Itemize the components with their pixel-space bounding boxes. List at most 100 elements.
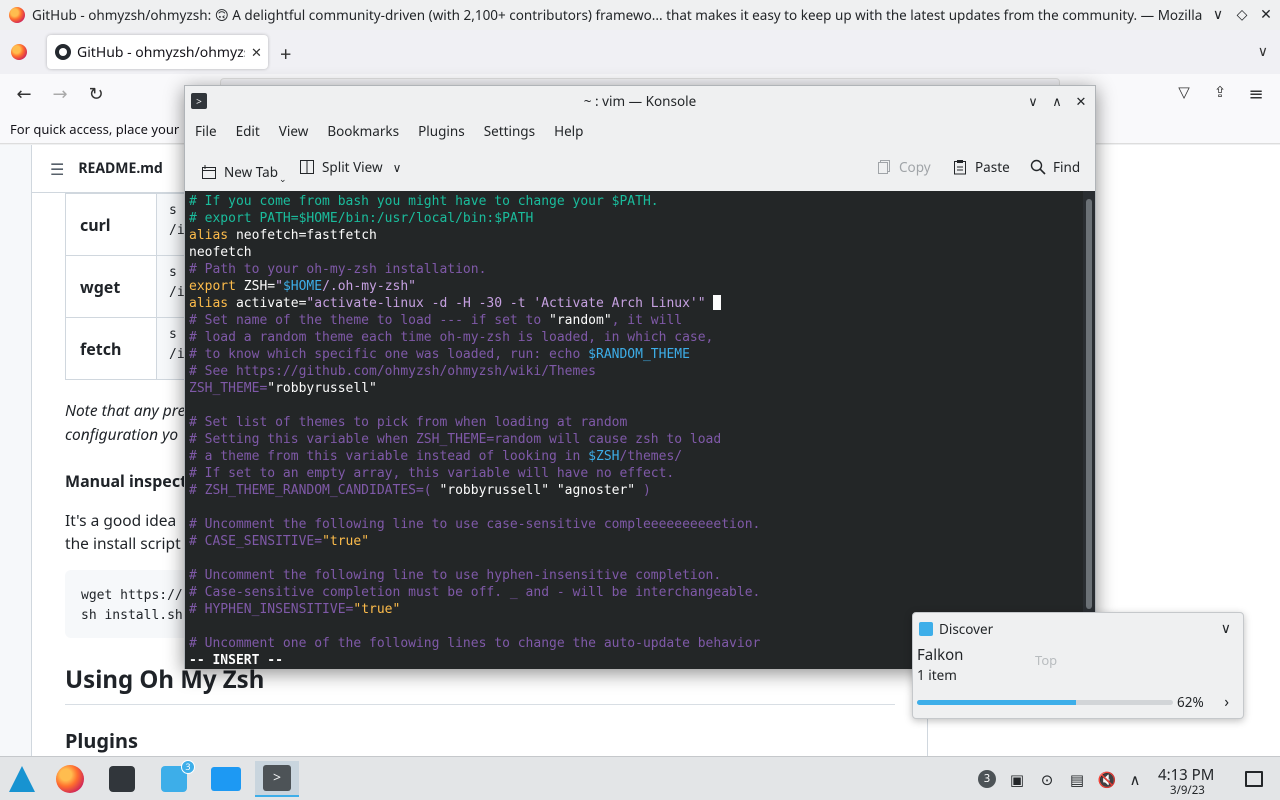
new-tab-button[interactable]: New Tab ⌄: [201, 158, 287, 185]
task-files[interactable]: [204, 761, 248, 797]
clock-date[interactable]: 3/9/23: [1170, 783, 1205, 798]
new-tab-icon: [201, 164, 217, 180]
dropdown-icon: ⌄: [279, 172, 287, 185]
close-icon[interactable]: ✕: [1256, 5, 1276, 24]
chevron-down-icon[interactable]: ∨: [1221, 619, 1231, 638]
note-text: configuration yo: [65, 423, 179, 445]
search-icon: [1030, 159, 1046, 175]
firefox-tab-strip: GitHub - ohmyzsh/ohmyzsh ✕ + ∨: [0, 30, 1280, 74]
terminal-line: # Set name of the theme to load --- if s…: [189, 313, 683, 328]
table-row: fetch s /i: [65, 317, 196, 380]
copy-label: Copy: [899, 158, 931, 176]
scrollbar-thumb[interactable]: [1086, 199, 1092, 609]
clock-time[interactable]: 4:13 PM: [1158, 765, 1214, 785]
note-text: Note that any pre: [65, 399, 186, 421]
firefox-icon: [56, 765, 84, 793]
terminal-line: # If you come from bash you might have t…: [189, 194, 659, 209]
terminal-view[interactable]: # If you come from bash you might have t…: [185, 191, 1083, 669]
paste-button[interactable]: Paste: [952, 158, 1010, 176]
chevron-right-icon[interactable]: ›: [1224, 692, 1229, 712]
task-discover[interactable]: 3: [152, 760, 196, 797]
menu-plugins[interactable]: Plugins: [418, 122, 465, 140]
menu-bookmarks[interactable]: Bookmarks: [327, 122, 399, 140]
split-view-label: Split View: [322, 158, 383, 176]
task-firefox[interactable]: [48, 761, 92, 797]
menu-settings[interactable]: Settings: [484, 122, 535, 140]
konsole-app-icon[interactable]: >: [191, 93, 207, 109]
terminal-line: alias activate="activate-linux -d -H -30…: [189, 295, 1083, 312]
konsole-titlebar: > ~ : vim — Konsole ∨ ∧ ✕: [185, 86, 1095, 116]
find-button[interactable]: Find: [1030, 158, 1080, 176]
minimize-icon[interactable]: ∨: [1023, 92, 1043, 110]
notification-header: Discover: [919, 620, 993, 638]
tab-label: GitHub - ohmyzsh/ohmyzsh: [77, 42, 245, 62]
copy-button[interactable]: Copy: [876, 158, 931, 176]
taskbar: 3 > 3 ▣ ⊙ ▤ 🔇 ∧ 4:13 PM 3/9/23: [0, 756, 1280, 800]
clipboard-icon[interactable]: ▤: [1066, 770, 1088, 790]
outline-icon[interactable]: ☰: [50, 158, 64, 180]
task-system-settings[interactable]: [100, 761, 144, 797]
system-settings-icon: [109, 766, 135, 792]
table-row: curl s /i: [65, 193, 196, 256]
menu-edit[interactable]: Edit: [236, 122, 260, 140]
code-line: sh install.sh: [81, 608, 183, 623]
terminal-line: # load a random theme each time oh-my-zs…: [189, 330, 714, 345]
firefox-view-icon[interactable]: [11, 44, 27, 60]
menu-help[interactable]: Help: [554, 122, 583, 140]
copy-icon: [876, 159, 892, 175]
progress-fill: [917, 700, 1076, 705]
readme-filename: README.md: [78, 159, 163, 178]
maximize-icon[interactable]: ◇: [1232, 5, 1252, 24]
terminal-scrollbar[interactable]: [1083, 191, 1095, 669]
application-launcher[interactable]: [0, 761, 44, 797]
app-menu-icon[interactable]: ≡: [1244, 82, 1268, 106]
paragraph-text: the install script: [65, 532, 181, 554]
menu-file[interactable]: File: [195, 122, 217, 140]
heading-plugins: Plugins: [65, 727, 139, 754]
forward-icon[interactable]: →: [48, 82, 72, 106]
terminal-line: alias neofetch=fastfetch: [189, 228, 377, 243]
list-tabs-icon[interactable]: ∨: [1258, 42, 1268, 61]
reload-icon[interactable]: ↻: [84, 82, 108, 106]
konsole-toolbar: New Tab ⌄ Split View ∨ Copy Paste Find: [185, 148, 1095, 188]
terminal-line: # Setting this variable when ZSH_THEME=r…: [189, 432, 722, 447]
minimize-icon[interactable]: ∨: [1208, 5, 1228, 24]
extensions-icon[interactable]: ⇪: [1208, 82, 1232, 102]
notifications-count-badge[interactable]: 3: [978, 770, 996, 788]
bookmarks-hint: For quick access, place your: [10, 120, 180, 138]
firefox-window-title: GitHub - ohmyzsh/ohmyzsh: 🙃 A delightful…: [32, 6, 1202, 24]
tab-close-icon[interactable]: ✕: [251, 43, 262, 61]
terminal-line: # a theme from this variable instead of …: [189, 449, 683, 464]
paragraph-text: It's a good idea: [65, 509, 177, 531]
updates-icon[interactable]: ⊙: [1036, 770, 1058, 790]
pocket-icon[interactable]: ▽: [1172, 82, 1196, 102]
show-desktop-icon[interactable]: [1245, 771, 1263, 787]
back-icon[interactable]: ←: [12, 82, 36, 106]
discover-tray-icon[interactable]: ▣: [1006, 770, 1028, 790]
heading-using-oh-my-zsh: Using Oh My Zsh: [65, 663, 895, 705]
discover-icon: 3: [161, 760, 195, 792]
close-icon[interactable]: ✕: [1071, 92, 1091, 110]
code-line: wget https://: [81, 588, 183, 603]
text-cursor: [713, 295, 722, 310]
maximize-icon[interactable]: ∧: [1047, 92, 1067, 110]
terminal-line: # CASE_SENSITIVE="true": [189, 534, 370, 549]
new-tab-button[interactable]: +: [280, 40, 291, 67]
terminal-line: neofetch: [189, 245, 252, 260]
terminal-line: # Path to your oh-my-zsh installation.: [189, 262, 487, 277]
task-konsole[interactable]: >: [255, 761, 299, 797]
tab-github-ohmyzsh[interactable]: GitHub - ohmyzsh/ohmyzsh ✕: [47, 35, 268, 69]
terminal-line: # Uncomment the following line to use hy…: [189, 568, 722, 583]
volume-muted-icon[interactable]: 🔇: [1096, 770, 1118, 790]
terminal-line: ZSH_THEME="robbyrussell": [189, 381, 377, 396]
discover-notification[interactable]: Discover ∨ Falkon Top 1 item 62% ›: [912, 612, 1244, 719]
konsole-window: > ~ : vim — Konsole ∨ ∧ ✕ File Edit View…: [184, 85, 1096, 669]
split-view-button[interactable]: Split View ∨: [299, 158, 401, 176]
notification-title: Falkon: [917, 645, 964, 665]
menu-view[interactable]: View: [279, 122, 309, 140]
chevron-up-icon[interactable]: ∧: [1124, 770, 1146, 790]
code-block: wget https:// sh install.sh: [65, 570, 195, 638]
discover-icon: [919, 622, 933, 636]
